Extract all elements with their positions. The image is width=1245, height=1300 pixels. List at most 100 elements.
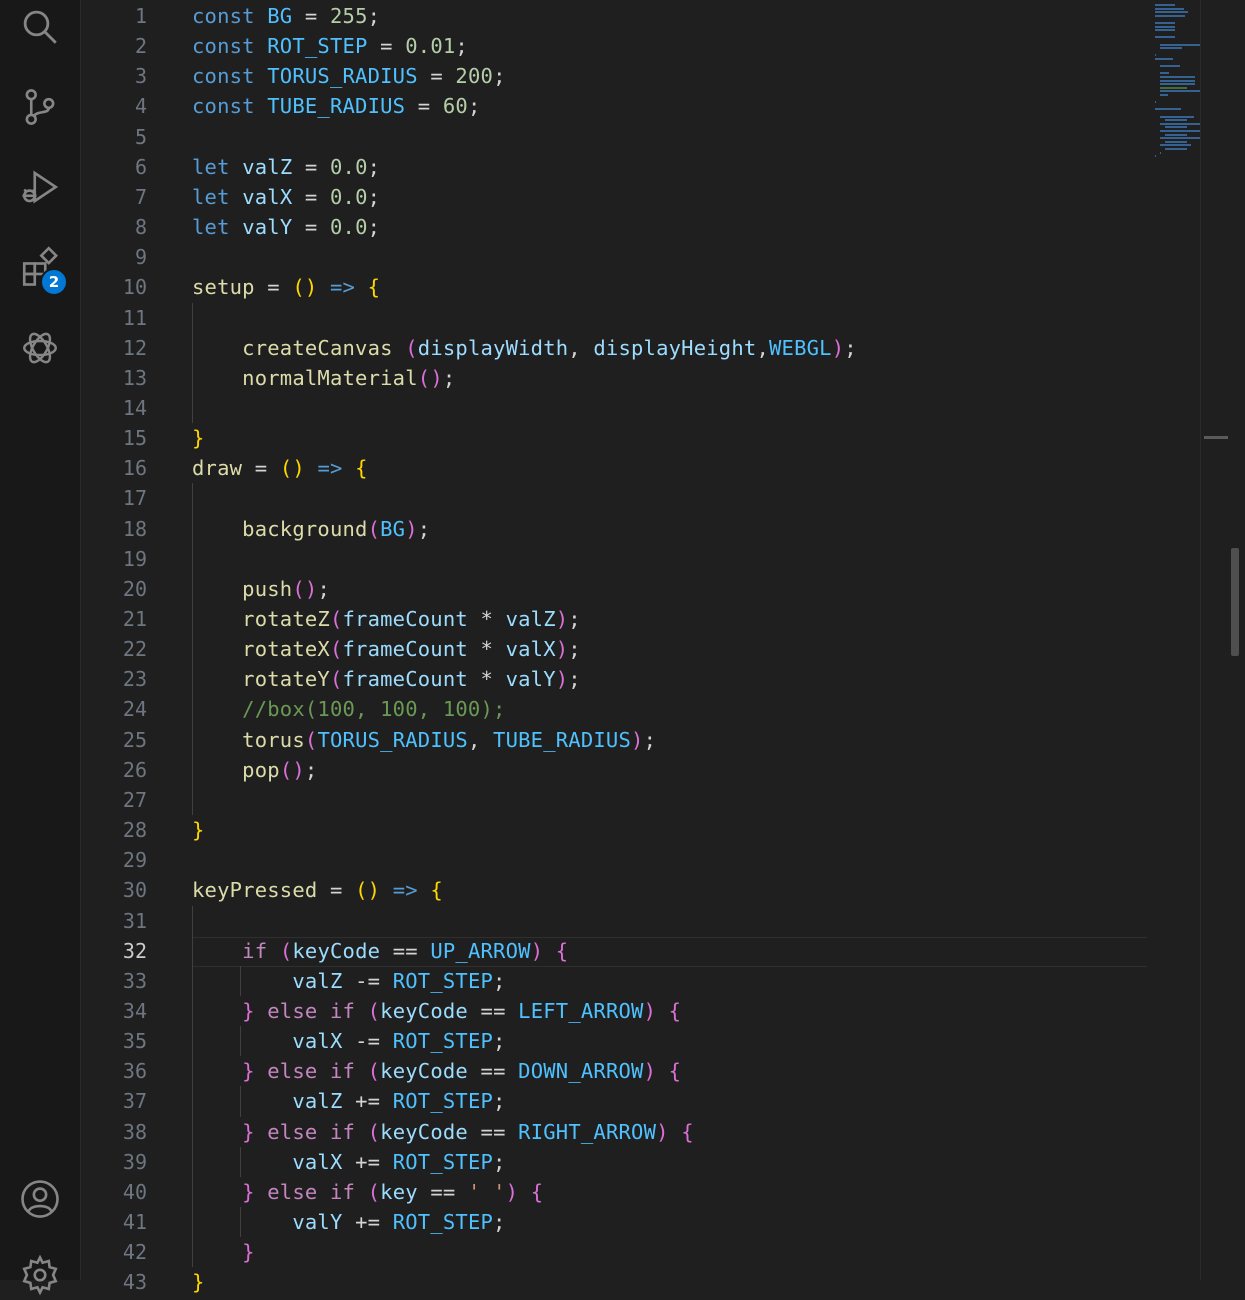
minimap-line	[1155, 11, 1188, 14]
code-line[interactable]: background(BG);	[192, 514, 430, 544]
vertical-scrollbar[interactable]	[1200, 0, 1245, 1280]
minimap-line	[1160, 151, 1162, 154]
minimap-line	[1160, 47, 1183, 50]
minimap-line	[1165, 133, 1188, 136]
code-line[interactable]: rotateX(frameCount * valX);	[192, 634, 581, 664]
code-line[interactable]: const TORUS_RADIUS = 200;	[192, 61, 506, 91]
line-number: 26	[122, 757, 147, 782]
extensions-badge: 2	[40, 268, 68, 296]
accounts-button[interactable]	[15, 1174, 65, 1224]
minimap-line	[1155, 4, 1175, 6]
code-line[interactable]: let valY = 0.0;	[192, 212, 380, 242]
minimap-line	[1160, 90, 1204, 93]
code-line[interactable]: keyPressed = () => {	[192, 875, 443, 905]
code-line[interactable]: valX -= ROT_STEP;	[192, 1026, 506, 1056]
code-line[interactable]: pop();	[192, 755, 317, 785]
scrollbar-marker	[1204, 436, 1228, 439]
source-control-icon	[25, 89, 55, 125]
line-number: 6	[134, 154, 147, 179]
line-number: 32	[122, 938, 147, 963]
line-number: 17	[122, 486, 147, 511]
code-line[interactable]: torus(TORUS_RADIUS, TUBE_RADIUS);	[192, 725, 656, 755]
code-line[interactable]: setup = () => {	[192, 272, 380, 302]
indent-guide	[240, 1146, 242, 1177]
line-number: 43	[122, 1270, 147, 1295]
line-number: 2	[134, 34, 147, 59]
minimap-line	[1160, 115, 1194, 118]
minimap-line	[1160, 122, 1206, 125]
line-number: 11	[122, 305, 147, 330]
minimap-line	[1155, 58, 1174, 60]
manage-button[interactable]	[15, 1250, 65, 1300]
minimap-line	[1165, 126, 1188, 129]
line-number: 28	[122, 818, 147, 843]
code-line[interactable]: let valZ = 0.0;	[192, 152, 380, 182]
code-line[interactable]: normalMaterial();	[192, 363, 455, 393]
code-line[interactable]: const ROT_STEP = 0.01;	[192, 31, 468, 61]
indent-guide	[240, 965, 242, 996]
code-line[interactable]: valZ += ROT_STEP;	[192, 1086, 506, 1116]
source-control-button[interactable]	[15, 82, 65, 132]
code-line[interactable]: push();	[192, 574, 330, 604]
code-line[interactable]: }	[192, 423, 205, 453]
line-number: 42	[122, 1240, 147, 1265]
code-line[interactable]: rotateY(frameCount * valY);	[192, 664, 581, 694]
code-line[interactable]: } else if (keyCode == RIGHT_ARROW) {	[192, 1117, 694, 1147]
minimap-line	[1155, 29, 1175, 32]
search-button[interactable]	[15, 2, 65, 52]
indent-guide	[192, 302, 193, 424]
line-number: 7	[134, 184, 147, 209]
minimap-line	[1160, 144, 1192, 147]
chatgpt-button[interactable]	[15, 323, 65, 373]
line-number: 3	[134, 64, 147, 89]
minimap-line	[1160, 130, 1206, 132]
code-line[interactable]: if (keyCode == UP_ARROW) {	[192, 936, 568, 966]
code-line[interactable]: } else if (key == ' ') {	[192, 1177, 543, 1207]
indent-guide	[240, 1207, 242, 1238]
minimap-line	[1160, 86, 1188, 89]
minimap-line	[1155, 25, 1175, 28]
scrollbar-thumb[interactable]	[1231, 548, 1239, 656]
minimap-line	[1155, 14, 1185, 17]
minimap-line	[1160, 94, 1168, 96]
line-number: 5	[134, 124, 147, 149]
code-area[interactable]: const BG = 255; const ROT_STEP = 0.01; con…	[192, 0, 1192, 1294]
line-number: 18	[122, 516, 147, 541]
line-number-gutter: 1 2 3 4 5 6 7 8 9 10 11 12 13 14 15 16 17 18 19 20 21 22 23 24 2…	[81, 0, 151, 1294]
minimap-line	[1160, 65, 1180, 68]
line-number: 20	[122, 576, 147, 601]
run-debug-icon	[22, 170, 59, 204]
line-number: 14	[122, 395, 147, 420]
line-number: 36	[122, 1059, 147, 1084]
line-number: 19	[122, 546, 147, 571]
line-number: 33	[122, 968, 147, 993]
code-line[interactable]: const TUBE_RADIUS = 60;	[192, 91, 481, 121]
line-number: 16	[122, 456, 147, 481]
code-line[interactable]: rotateZ(frameCount * valZ);	[192, 604, 581, 634]
code-line[interactable]: }	[192, 1237, 255, 1267]
code-line[interactable]: valZ -= ROT_STEP;	[192, 966, 506, 996]
code-line[interactable]: draw = () => {	[192, 453, 368, 483]
minimap-line	[1160, 72, 1170, 75]
minimap-line	[1155, 22, 1175, 24]
code-line[interactable]: let valX = 0.0;	[192, 182, 380, 212]
line-number: 24	[122, 697, 147, 722]
code-line[interactable]: } else if (keyCode == DOWN_ARROW) {	[192, 1056, 681, 1086]
line-number: 13	[122, 365, 147, 390]
minimap-line	[1155, 155, 1157, 158]
code-line[interactable]: const BG = 255;	[192, 1, 380, 31]
code-line[interactable]: }	[192, 815, 205, 845]
code-line[interactable]: valX += ROT_STEP;	[192, 1147, 506, 1177]
code-line[interactable]: }	[192, 1267, 205, 1297]
code-line[interactable]: createCanvas (displayWidth, displayHeigh…	[192, 333, 857, 363]
line-number: 39	[122, 1149, 147, 1174]
code-line[interactable]: valY += ROT_STEP;	[192, 1207, 506, 1237]
line-number: 29	[122, 848, 147, 873]
line-number: 25	[122, 727, 147, 752]
code-editor[interactable]: 1 2 3 4 5 6 7 8 9 10 11 12 13 14 15 16 17 18 19 20 21 22 23 24 2…	[81, 0, 1224, 1294]
run-and-debug-button[interactable]	[15, 162, 65, 212]
code-line[interactable]: //box(100, 100, 100);	[192, 694, 506, 724]
minimap-line	[1155, 7, 1184, 10]
code-line[interactable]: } else if (keyCode == LEFT_ARROW) {	[192, 996, 681, 1026]
minimap-line	[1160, 83, 1196, 86]
